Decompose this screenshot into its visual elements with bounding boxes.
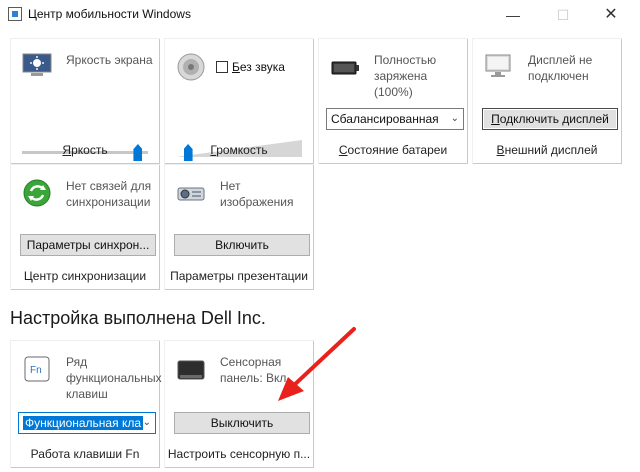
tile-battery: Полностью заряжена (100%) Сбалансированн… <box>318 38 468 164</box>
display-status: Дисплей не подключен <box>528 53 593 83</box>
fn-mode-select[interactable]: Функциональная кла ⌄ <box>18 412 156 434</box>
tile-brightness: Яркость экрана Яркость <box>10 38 160 164</box>
monitor-icon <box>484 52 516 82</box>
battery-status: Полностью заряжена (100%) <box>374 53 437 99</box>
tile-fn-keys: Fn Ряд функциональных клавиш Функциональ… <box>10 340 162 468</box>
touchpad-disable-button[interactable]: Выключить <box>174 412 310 434</box>
tile-presentation: Нет изображения Включить Параметры презе… <box>164 164 314 290</box>
sync-settings-button[interactable]: Параметры синхрон... <box>20 234 156 256</box>
mute-checkbox[interactable] <box>216 61 228 73</box>
volume-caption: Громкость <box>210 143 268 157</box>
tile-sync-center: Нет связей для синхронизации Параметры с… <box>10 164 160 290</box>
touchpad-icon <box>176 354 208 384</box>
fn-key-icon: Fn <box>22 354 54 384</box>
maximize-button[interactable]: ☐ <box>548 4 578 26</box>
display-caption: Внешний дисплей <box>496 143 598 157</box>
fn-row-status: Ряд функциональных клавиш <box>66 355 162 401</box>
svg-text:Fn: Fn <box>30 365 42 376</box>
chevron-down-icon: ⌄ <box>450 113 459 124</box>
brightness-label: Яркость экрана <box>66 53 153 67</box>
tile-volume: Без звука Громкость <box>164 38 314 164</box>
oem-section-title: Настройка выполнена Dell Inc. <box>10 308 266 328</box>
window-title: Центр мобильности Windows <box>28 7 191 21</box>
brightness-caption: Яркость <box>62 143 108 157</box>
tile-external-display: Дисплей не подключен Подключить дисплей … <box>472 38 622 164</box>
presentation-caption: Параметры презентации <box>170 269 308 283</box>
touchpad-caption: Настроить сенсорную п... <box>167 447 311 461</box>
sync-caption: Центр синхронизации <box>23 269 147 283</box>
annotation-arrow-icon <box>278 327 356 401</box>
minimize-button[interactable]: — <box>498 4 528 26</box>
fn-caption: Работа клавиши Fn <box>30 447 140 461</box>
mute-label[interactable]: Без звука <box>232 60 285 74</box>
sync-status: Нет связей для синхронизации <box>66 179 152 209</box>
app-icon <box>8 7 22 21</box>
close-button[interactable]: ✕ <box>596 4 626 26</box>
speaker-icon <box>176 52 208 82</box>
projector-icon <box>176 178 208 208</box>
power-plan-select[interactable]: Сбалансированная ⌄ <box>326 108 464 130</box>
title-bar: Центр мобильности Windows — ☐ ✕ <box>0 0 640 32</box>
sync-icon <box>22 178 54 208</box>
chevron-down-icon: ⌄ <box>142 417 151 428</box>
battery-caption: Состояние батареи <box>338 143 448 157</box>
presentation-enable-button[interactable]: Включить <box>174 234 310 256</box>
presentation-status: Нет изображения <box>220 179 294 209</box>
brightness-icon <box>22 52 54 82</box>
connect-display-button[interactable]: Подключить дисплей <box>482 108 618 130</box>
battery-icon <box>330 52 362 82</box>
